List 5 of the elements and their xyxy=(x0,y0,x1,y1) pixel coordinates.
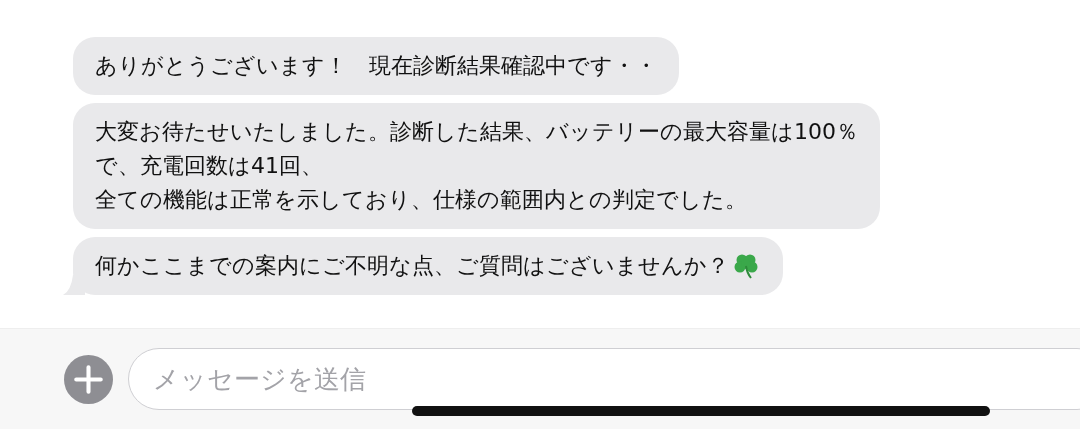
add-icon[interactable] xyxy=(64,354,113,404)
message-text: 大変お待たせいたしました。診断した結果、バッテリーの最大容量は100％ で、充電回数は41回、 全ての機能は正常を示しており、仕様の範囲内との判定でした。 xyxy=(95,118,858,214)
message-text: ありがとうございます！ 現在診断結果確認中です・・ xyxy=(95,52,657,80)
message-field[interactable]: メッセージを送信 xyxy=(128,348,1080,410)
message-text: 何かここまでの案内にご不明な点、ご質問はございませんか？ xyxy=(95,252,729,280)
